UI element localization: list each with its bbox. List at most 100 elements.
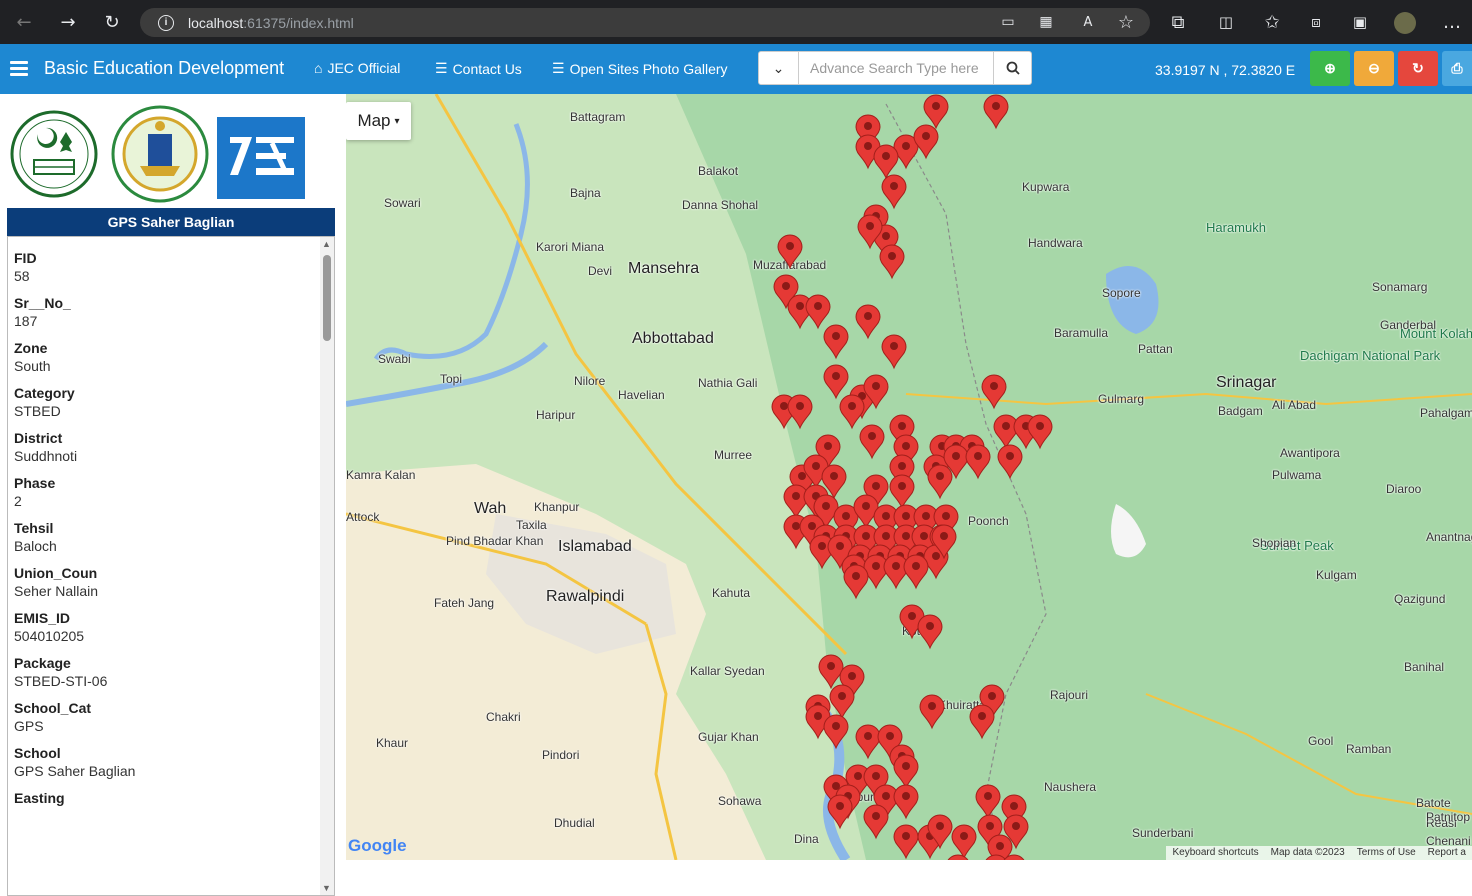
attribute-key: School bbox=[14, 745, 61, 761]
extensions-icon[interactable]: ⧉ bbox=[1166, 10, 1190, 34]
apps-icon[interactable]: ▦ bbox=[1034, 10, 1058, 34]
school-marker-icon[interactable] bbox=[881, 334, 907, 370]
school-marker-icon[interactable] bbox=[917, 614, 943, 650]
map-type-button[interactable]: Map ▾ bbox=[346, 102, 411, 140]
school-marker-icon[interactable] bbox=[981, 374, 1007, 410]
school-marker-icon[interactable] bbox=[969, 704, 995, 740]
school-marker-icon[interactable] bbox=[893, 784, 919, 820]
favorite-icon[interactable]: ☆ bbox=[1114, 10, 1138, 34]
favorites-icon[interactable]: ✩ bbox=[1260, 10, 1284, 34]
school-marker-icon[interactable] bbox=[975, 784, 1001, 820]
attribute-key: Package bbox=[14, 655, 71, 671]
school-marker-icon[interactable] bbox=[893, 824, 919, 860]
reload-icon[interactable]: ↻ bbox=[100, 10, 124, 34]
school-marker-icon[interactable] bbox=[839, 394, 865, 430]
school-marker-icon[interactable] bbox=[863, 554, 889, 590]
nav-contact-us[interactable]: ☰ Contact Us bbox=[435, 60, 522, 77]
school-marker-icon[interactable] bbox=[855, 304, 881, 340]
terms-link[interactable]: Terms of Use bbox=[1357, 847, 1416, 859]
profile-avatar[interactable] bbox=[1394, 12, 1416, 34]
school-marker-icon[interactable] bbox=[787, 394, 813, 430]
school-marker-icon[interactable] bbox=[873, 144, 899, 180]
school-marker-icon[interactable] bbox=[913, 124, 939, 160]
collections-icon[interactable]: ⧈ bbox=[1304, 10, 1328, 34]
school-marker-icon[interactable] bbox=[951, 824, 977, 860]
school-marker-icon[interactable] bbox=[997, 444, 1023, 480]
school-marker-icon[interactable] bbox=[879, 244, 905, 280]
education-dept-logo bbox=[111, 105, 209, 203]
nav-jec-official[interactable]: ⌂ JEC Official bbox=[314, 60, 400, 76]
school-marker-icon[interactable] bbox=[923, 94, 949, 130]
split-screen-icon[interactable]: ◫ bbox=[1214, 10, 1238, 34]
back-icon[interactable]: ← bbox=[12, 10, 36, 34]
browser-essentials-icon[interactable]: ▣ bbox=[1348, 10, 1372, 34]
coordinates-readout: 33.9197 N , 72.3820 E bbox=[1155, 62, 1296, 78]
menu-icon[interactable]: … bbox=[1440, 10, 1464, 34]
school-marker-icon[interactable] bbox=[983, 94, 1009, 130]
school-marker-icon[interactable] bbox=[823, 324, 849, 360]
attribute-key: Category bbox=[14, 385, 75, 401]
map-canvas[interactable]: Battagram Balakot Kupwara Sowari Bajna Danna … bbox=[346, 94, 1472, 860]
school-marker-icon[interactable] bbox=[843, 564, 869, 600]
school-marker-icon[interactable] bbox=[863, 804, 889, 840]
school-marker-icon[interactable] bbox=[881, 174, 907, 210]
search-dropdown-button[interactable]: ⌄ bbox=[759, 52, 799, 84]
school-marker-icon[interactable] bbox=[893, 754, 919, 790]
school-marker-icon[interactable] bbox=[965, 444, 991, 480]
refresh-button[interactable]: ↻ bbox=[1398, 51, 1438, 86]
school-marker-icon[interactable] bbox=[829, 684, 855, 720]
attribute-row: School GPS Saher Baglian bbox=[8, 732, 334, 779]
school-marker-icon[interactable] bbox=[859, 424, 885, 460]
logos bbox=[10, 104, 310, 204]
attribute-list[interactable]: FID 58 Sr__No_ 187 Zone South Category STBED Dis… bbox=[7, 236, 335, 896]
scrollbar-thumb[interactable] bbox=[323, 255, 331, 341]
attribute-row: Sr__No_ 187 bbox=[8, 282, 334, 329]
school-marker-icon[interactable] bbox=[823, 364, 849, 400]
school-marker-icon[interactable] bbox=[818, 654, 844, 690]
hamburger-icon[interactable] bbox=[10, 61, 28, 76]
scroll-up-icon[interactable]: ▲ bbox=[322, 239, 331, 249]
report-link[interactable]: Report a bbox=[1428, 847, 1466, 859]
read-aloud-icon[interactable]: A bbox=[1076, 10, 1100, 34]
school-marker-icon[interactable] bbox=[946, 854, 970, 860]
school-marker-icon[interactable] bbox=[927, 464, 953, 500]
nav-photo-gallery[interactable]: ☰ Open Sites Photo Gallery bbox=[552, 60, 728, 77]
school-marker-icon[interactable] bbox=[993, 414, 1019, 450]
school-marker-icon[interactable] bbox=[889, 474, 915, 510]
attribute-key: School_Cat bbox=[14, 700, 92, 716]
info-icon[interactable]: i bbox=[158, 14, 174, 31]
brand-title[interactable]: Basic Education Development bbox=[44, 58, 284, 79]
attribute-row: Zone South bbox=[8, 327, 334, 374]
search-button[interactable] bbox=[993, 52, 1031, 84]
school-marker-icon[interactable] bbox=[783, 484, 809, 520]
cast-icon[interactable]: ▭ bbox=[996, 10, 1020, 34]
scrollbar[interactable]: ▲ ▼ bbox=[320, 237, 334, 895]
school-marker-icon[interactable] bbox=[805, 294, 831, 330]
school-marker-icon[interactable] bbox=[855, 724, 881, 760]
school-marker-icon[interactable] bbox=[919, 694, 945, 730]
attribute-row: District Suddhnoti bbox=[8, 417, 334, 464]
attribute-row: EMIS_ID 504010205 bbox=[8, 597, 334, 644]
school-marker-icon[interactable] bbox=[903, 554, 929, 590]
attribute-row: Tehsil Baloch bbox=[8, 507, 334, 554]
print-button[interactable]: ⎙ bbox=[1442, 51, 1472, 86]
zoom-out-icon: ⊖ bbox=[1368, 60, 1380, 76]
school-marker-icon[interactable] bbox=[827, 794, 853, 830]
school-marker-icon[interactable] bbox=[1027, 414, 1053, 450]
ajk-emblem-logo bbox=[10, 110, 98, 198]
search-input[interactable] bbox=[799, 52, 993, 84]
zoom-out-button[interactable]: ⊖ bbox=[1354, 51, 1394, 86]
school-marker-icon[interactable] bbox=[853, 494, 879, 530]
panel-title: GPS Saher Baglian bbox=[7, 208, 335, 236]
url-text: localhost:61375/index.html bbox=[188, 14, 354, 31]
school-marker-icon[interactable] bbox=[777, 234, 803, 270]
zoom-in-icon: ⊕ bbox=[1324, 60, 1336, 76]
scroll-down-icon[interactable]: ▼ bbox=[322, 883, 331, 893]
keyboard-shortcuts-link[interactable]: Keyboard shortcuts bbox=[1172, 847, 1258, 859]
school-marker-icon[interactable] bbox=[883, 554, 909, 590]
advance-search: ⌄ bbox=[758, 51, 1032, 85]
zoom-in-button[interactable]: ⊕ bbox=[1310, 51, 1350, 86]
forward-icon[interactable]: → bbox=[56, 10, 80, 34]
school-marker-icon[interactable] bbox=[823, 714, 849, 750]
list-icon: ☰ bbox=[552, 60, 565, 76]
